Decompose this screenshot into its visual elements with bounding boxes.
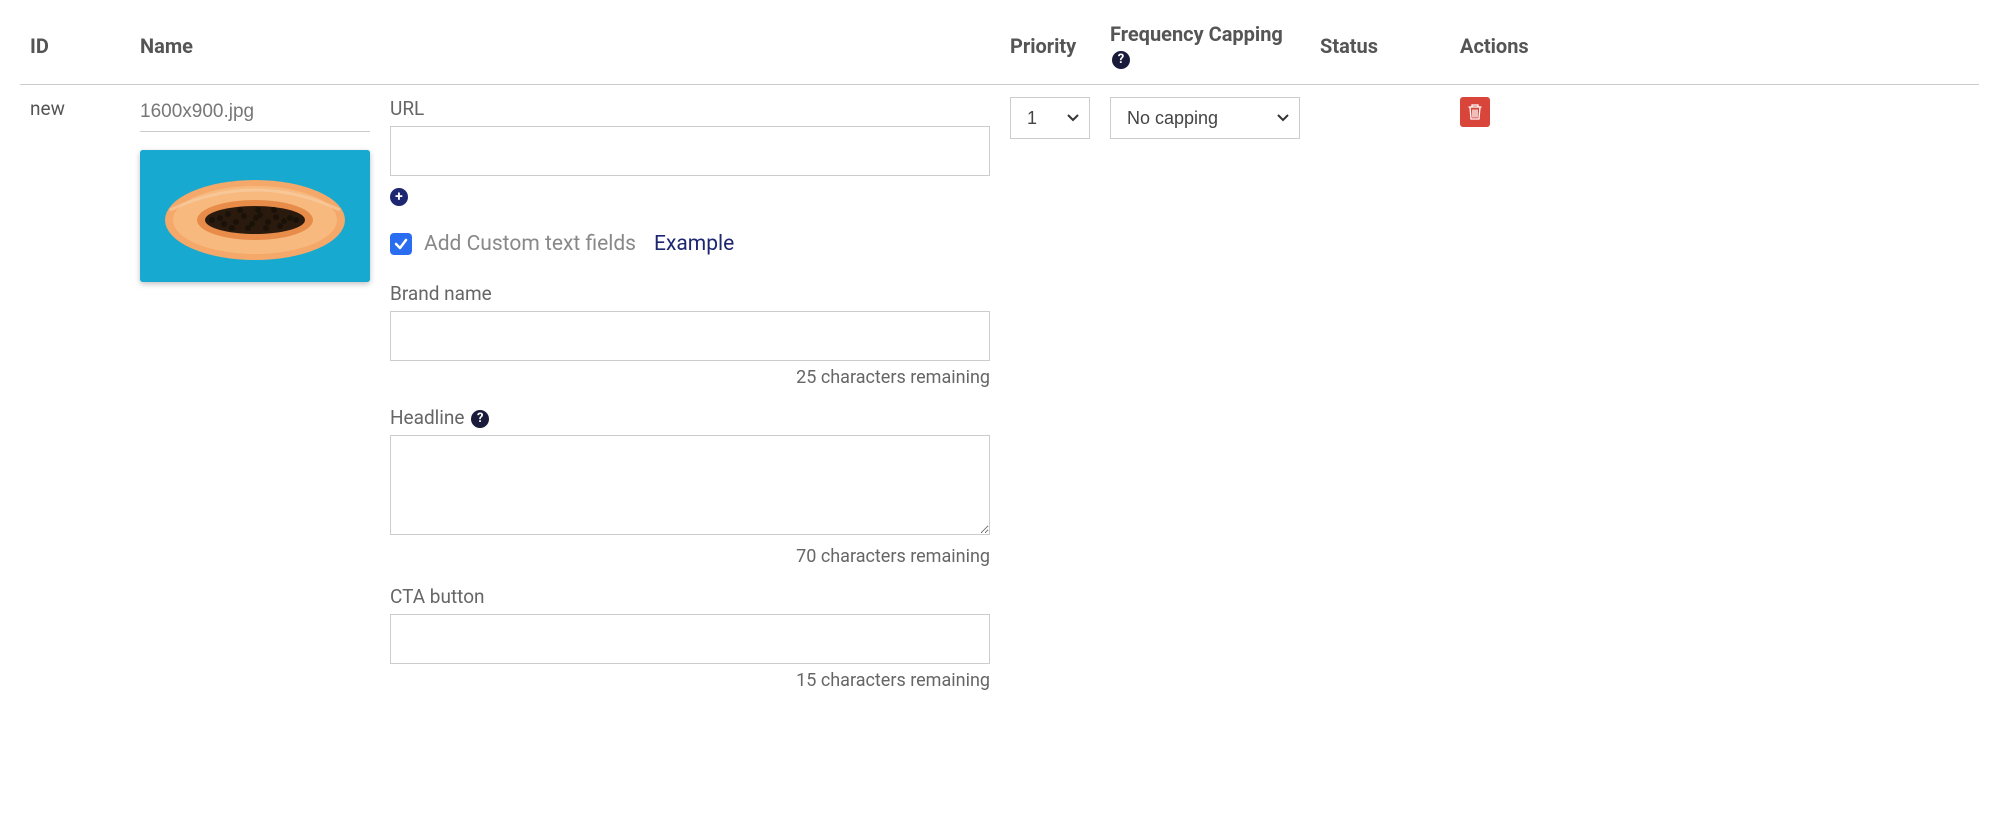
- frequency-label: Frequency Capping: [1110, 22, 1283, 46]
- brand-field-block: Brand name 25 characters remaining: [390, 282, 990, 388]
- delete-button[interactable]: [1460, 97, 1490, 127]
- col-header-priority: Priority: [1000, 10, 1100, 85]
- frequency-select[interactable]: No capping: [1110, 97, 1300, 139]
- col-header-status: Status: [1310, 10, 1450, 85]
- cta-input[interactable]: [390, 614, 990, 664]
- plus-icon[interactable]: +: [390, 188, 408, 206]
- table-row: new: [20, 85, 1979, 722]
- headline-textarea[interactable]: [390, 435, 990, 535]
- cta-counter: 15 characters remaining: [390, 670, 990, 691]
- help-icon[interactable]: ?: [1112, 51, 1130, 69]
- custom-fields-toggle-row: Add Custom text fields Example: [390, 232, 990, 256]
- brand-input[interactable]: [390, 311, 990, 361]
- cell-actions: [1450, 85, 1979, 722]
- table-header: ID Name Priority Frequency Capping ? Sta…: [20, 10, 1979, 85]
- custom-fields-label: Add Custom text fields: [424, 232, 636, 256]
- col-header-id: ID: [20, 10, 130, 85]
- creative-thumbnail[interactable]: [140, 150, 370, 282]
- headline-counter: 70 characters remaining: [390, 546, 990, 567]
- col-header-frequency: Frequency Capping ?: [1100, 10, 1310, 85]
- help-icon[interactable]: ?: [471, 410, 489, 428]
- priority-select[interactable]: 1: [1010, 97, 1090, 139]
- brand-counter: 25 characters remaining: [390, 367, 990, 388]
- trash-icon: [1467, 103, 1483, 121]
- brand-label: Brand name: [390, 282, 990, 305]
- url-label: URL: [390, 97, 990, 120]
- cell-priority: 1: [1000, 85, 1100, 722]
- cta-field-block: CTA button 15 characters remaining: [390, 585, 990, 691]
- headline-field-block: Headline ? 70 characters remaining: [390, 406, 990, 567]
- cell-status: [1310, 85, 1450, 722]
- col-header-name: Name: [130, 10, 380, 85]
- col-header-actions: Actions: [1450, 10, 1979, 85]
- cell-id: new: [20, 85, 130, 722]
- cell-frequency: No capping: [1100, 85, 1310, 722]
- custom-fields-checkbox[interactable]: [390, 233, 412, 255]
- url-field-block: URL +: [390, 97, 990, 206]
- headline-label-text: Headline: [390, 406, 465, 429]
- cell-name: [130, 85, 380, 722]
- name-input[interactable]: [140, 97, 370, 132]
- example-link[interactable]: Example: [654, 232, 734, 256]
- url-input[interactable]: [390, 126, 990, 176]
- headline-label: Headline ?: [390, 406, 990, 429]
- col-header-form: [380, 10, 1000, 85]
- cell-form: URL + Add Custom text fields Example Bra…: [380, 85, 1000, 722]
- cta-label: CTA button: [390, 585, 990, 608]
- creatives-table: ID Name Priority Frequency Capping ? Sta…: [20, 10, 1979, 721]
